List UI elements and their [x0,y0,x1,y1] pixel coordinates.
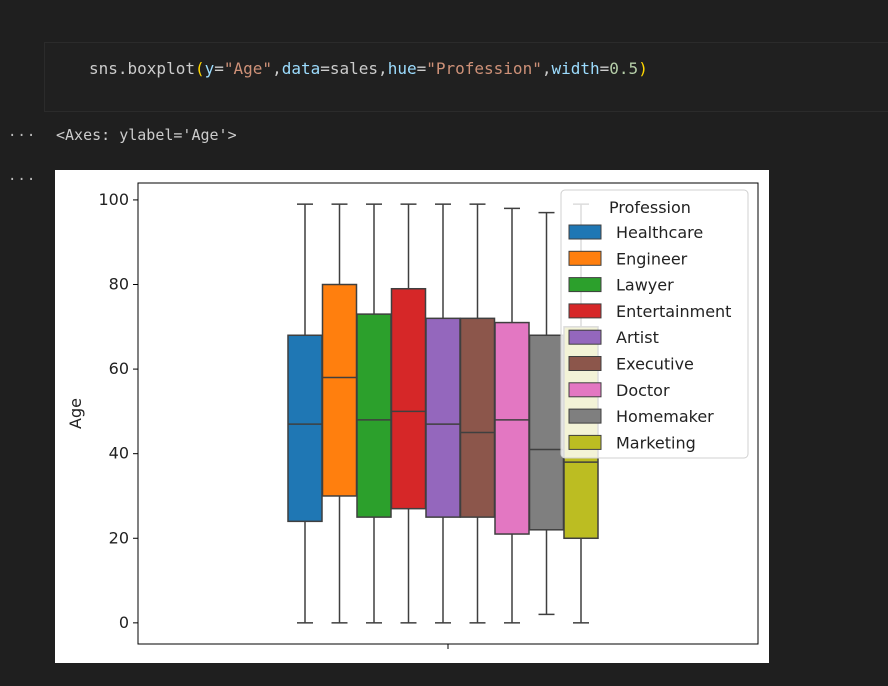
output-ellipsis-icon[interactable]: ··· [8,128,36,144]
code-arg-key: data [281,59,321,78]
code-comma: , [378,59,388,78]
legend-label: Entertainment [616,302,731,321]
code-arg-key: hue [387,59,417,78]
boxes-layer [287,203,599,624]
box-group-lawyer [356,203,392,624]
code-arg-key: width [551,59,600,78]
code-comma: , [272,59,282,78]
legend-swatch [568,356,602,371]
legend-label: Engineer [616,249,688,268]
box-iqr [528,334,565,531]
box-iqr [494,321,530,535]
box-iqr [356,313,392,518]
legend-title: Profession [609,198,691,217]
box-iqr [459,317,496,518]
y-axis-label: Age [66,398,85,429]
legend-label: Executive [616,355,694,374]
legend-swatch [568,250,602,266]
code-arg-eq: = [214,59,224,78]
box-iqr [321,283,358,497]
legend-swatch [568,277,602,293]
code-arg-eq: = [320,59,330,78]
legend-label: Homemaker [616,407,714,426]
box-iqr [425,317,461,518]
code-arg-value: "Age" [223,59,273,78]
y-tick-label: 100 [98,190,129,209]
code-func: sns.boxplot [89,59,195,78]
code-arg-eq: = [599,59,610,78]
output-result-text: <Axes: ylabel='Age'> [56,126,237,144]
y-tick-label: 0 [119,613,129,632]
legend-label: Doctor [616,381,670,400]
code-line[interactable]: sns.boxplot(y="Age",data=sales,hue="Prof… [89,59,648,78]
plot-output: 0 20 40 60 80 100 Age Profession Healthcare Engi… [55,170,769,663]
boxplot-chart: 0 20 40 60 80 100 Age Profession Healthcare Engi… [66,182,759,649]
box-group-homemaker [528,211,565,616]
legend-label: Marketing [616,433,696,452]
box-group-executive [459,203,496,624]
box-group-healthcare [287,203,323,624]
y-tick-label: 60 [109,359,129,378]
box-iqr [287,334,323,523]
box-group-entertainment [390,203,427,624]
code-cell[interactable]: sns.boxplot(y="Age",data=sales,hue="Prof… [44,42,888,112]
legend-swatch [568,329,602,345]
box-group-engineer [321,203,358,624]
output-ellipsis-icon[interactable]: ··· [8,172,36,188]
legend: Profession Healthcare Engineer Lawyer Entert… [560,189,749,459]
box-group-artist [425,203,461,624]
y-tick-label: 40 [109,444,129,463]
code-arg-value: 0.5 [609,59,639,78]
box-iqr [390,287,427,510]
code-arg-value: "Profession" [426,59,542,78]
y-tick-label: 80 [109,275,129,294]
box-group-doctor [494,207,530,624]
legend-swatch [568,382,602,398]
code-arg-key: y [204,59,215,78]
legend-swatch [568,434,602,450]
legend-label: Lawyer [616,276,674,295]
legend-swatch [568,408,602,424]
legend-label: Artist [616,328,659,347]
code-paren-open: ( [194,59,205,78]
legend-swatch [568,303,602,319]
code-arg-value: sales [329,59,379,78]
legend-swatch [568,224,602,240]
legend-label: Healthcare [616,223,703,242]
code-arg-eq: = [416,59,427,78]
code-paren-close: ) [638,59,648,78]
y-tick-label: 20 [109,528,129,547]
